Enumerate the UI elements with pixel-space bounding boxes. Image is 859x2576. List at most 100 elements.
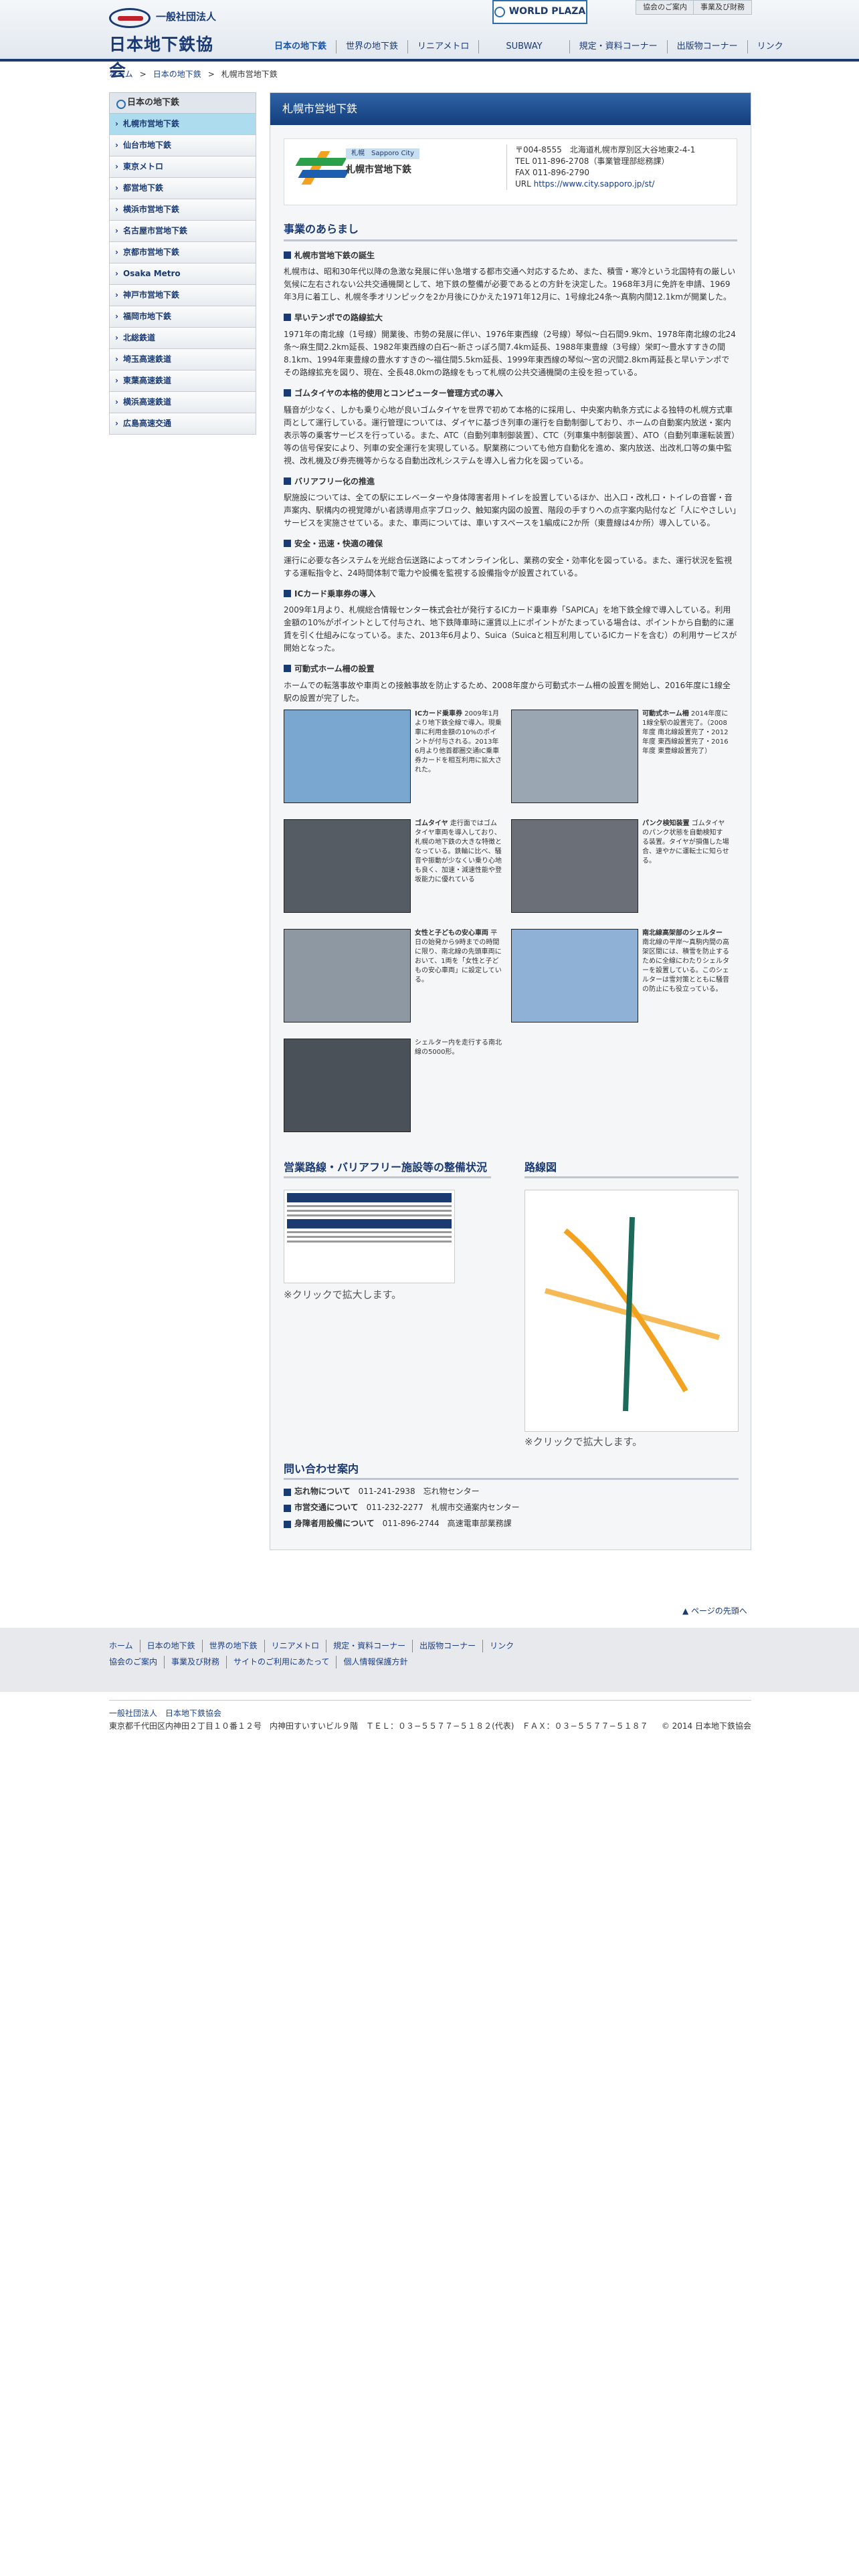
site-footer: 一般社団法人 日本地下鉄協会 東京都千代田区内神田２丁目１０番１２号 内神田すい… [109, 1700, 751, 1732]
nav-links[interactable]: リンク [747, 39, 793, 54]
photo-caption: ICカード乗車券 2009年1月より地下鉄全線で導入。現乗車に利用金額の10%の… [415, 710, 502, 775]
world-plaza-label: WORLD PLAZA [508, 6, 586, 17]
photo-5000-train[interactable] [284, 1039, 411, 1132]
contact-label: 身障者用設備について [284, 1519, 375, 1528]
page-title: 札幌市営地下鉄 [270, 93, 751, 125]
tel-line: TEL 011-896-2708（事業管理部総務課） [515, 156, 670, 166]
sidebar-item-sapporo[interactable]: 札幌市営地下鉄 [109, 114, 256, 135]
overview-heading: ICカード乗車券の導入 [284, 588, 737, 601]
photo-caption: 南北線高架部のシェルター 南北線の平岸〜真駒内間の高架区間には、積雪を防止するた… [642, 929, 729, 994]
top-link-finance[interactable]: 事業及び財務 [693, 0, 752, 15]
footer-address: 東京都千代田区内神田２丁目１０番１２号 内神田すいすいビル９階 ＴＥＬ：０３−５… [109, 1721, 648, 1731]
nav-world[interactable]: 世界の地下鉄 [336, 39, 407, 54]
caption-title: 女性と子どもの安心車両 [415, 930, 488, 937]
photo-platform-door[interactable] [511, 710, 638, 803]
footer-link[interactable]: ホーム [109, 1640, 140, 1652]
section-overview-title: 事業のあらまし [284, 221, 737, 241]
overview-text: 運行に必要な各システムを光総合伝送路によってオンライン化し、業務の安全・効率化を… [284, 555, 733, 578]
photo-ic-card[interactable] [284, 710, 411, 803]
caption-title: ゴムタイヤ [415, 820, 448, 827]
overview-text: ホームでの転落事故や車両との接触事故を防止するため、2008年度から可動式ホーム… [284, 680, 731, 703]
world-plaza-button[interactable]: WORLD PLAZA [492, 0, 587, 24]
page-top-link[interactable]: ▲ ページの先頭へ [682, 1605, 747, 1618]
sidebar-item-yokohama-kosoku[interactable]: 横浜高速鉄道 [109, 392, 256, 413]
footer-link[interactable]: 協会のご案内 [109, 1656, 164, 1669]
breadcrumb-japan[interactable]: 日本の地下鉄 [153, 68, 201, 81]
caption-text: シェルター内を走行する南北線の5000形。 [415, 1039, 502, 1056]
sidebar-item-saitama[interactable]: 埼玉高速鉄道 [109, 349, 256, 370]
photo-shelter[interactable] [511, 929, 638, 1023]
association-emblem-icon [109, 8, 151, 28]
contact-label: 市営交通について [284, 1503, 359, 1512]
overview-heading: 札幌市営地下鉄の誕生 [284, 249, 737, 262]
sidebar-item-nagoya[interactable]: 名古屋市営地下鉄 [109, 221, 256, 242]
nav-subway[interactable]: SUBWAY [478, 39, 569, 54]
photo-caption: パンク検知装置 ゴムタイヤのパンク状態を自動検知する装置。タイヤが損傷した場合、… [642, 819, 729, 866]
sidebar-item-tokyo-metro[interactable]: 東京メトロ [109, 156, 256, 178]
global-nav: 日本の地下鉄 世界の地下鉄 リニアメトロ SUBWAY 規定・資料コーナー 出版… [265, 39, 793, 55]
contact-value: 011-241-2938 忘れ物センター [358, 1487, 480, 1496]
photo-puncture-detector[interactable] [511, 819, 638, 913]
sidebar-item-hiroshima[interactable]: 広島高速交通 [109, 413, 256, 435]
overview-text: 駅施設については、全ての駅にエレベーターや身体障害者用トイレを設置しているほか、… [284, 493, 737, 528]
nav-publications[interactable]: 出版物コーナー [666, 39, 747, 54]
sidebar-item-sendai[interactable]: 仙台市地下鉄 [109, 135, 256, 156]
nav-linear[interactable]: リニアメトロ [407, 39, 478, 54]
photo-rubber-tire[interactable] [284, 819, 411, 913]
footer-links-secondary: 協会のご案内 事業及び財務 サイトのご利用にあたって 個人情報保護方針 [109, 1656, 414, 1669]
org-type: 一般社団法人 [156, 11, 217, 23]
footer-links-primary: ホーム 日本の地下鉄 世界の地下鉄 リニアメトロ 規定・資料コーナー 出版物コー… [109, 1640, 520, 1652]
footer-link[interactable]: リニアメトロ [264, 1640, 326, 1652]
fax-line: FAX 011-896-2790 [515, 168, 590, 177]
site-logo[interactable]: 一般社団法人 日本地下鉄協会 [109, 8, 229, 80]
footer-link[interactable]: 個人情報保護方針 [336, 1656, 414, 1669]
breadcrumb-home[interactable]: ホーム [109, 68, 133, 81]
footer-link[interactable]: リンク [482, 1640, 520, 1652]
globe-icon [494, 7, 505, 17]
caption-text: 平日の始発から9時までの時間に限り、南北線の先頭車両において、1両を「女性と子ど… [415, 930, 502, 984]
sidebar-item-fukuoka[interactable]: 福岡市地下鉄 [109, 306, 256, 328]
sidebar-item-yokohama[interactable]: 横浜市営地下鉄 [109, 199, 256, 221]
footer-link[interactable]: 世界の地下鉄 [201, 1640, 264, 1652]
copyright: © 2014 日本地下鉄協会 [661, 1721, 751, 1731]
barrierfree-table-thumbnail[interactable] [284, 1190, 455, 1283]
sidebar-item-toyo[interactable]: 東葉高速鉄道 [109, 370, 256, 392]
nav-rules[interactable]: 規定・資料コーナー [569, 39, 667, 54]
operator-url-link[interactable]: https://www.city.sapporo.jp/st/ [534, 179, 655, 189]
caption-title: 可動式ホーム柵 [642, 710, 689, 718]
contact-row: 忘れ物について 011-241-2938 忘れ物センター [284, 1485, 739, 1498]
footer-link[interactable]: サイトのご利用にあたって [226, 1656, 336, 1669]
footer-nav: ホーム 日本の地下鉄 世界の地下鉄 リニアメトロ 規定・資料コーナー 出版物コー… [0, 1628, 859, 1692]
contact-title: 問い合わせ案内 [284, 1461, 739, 1480]
caption-text: 走行面ではゴムタイヤ車両を導入しており、札幌の地下鉄の大きな特徴となっている。鉄… [415, 820, 502, 883]
sidebar-item-kyoto[interactable]: 京都市営地下鉄 [109, 242, 256, 263]
sidebar-item-toei[interactable]: 都営地下鉄 [109, 178, 256, 199]
sidebar-item-osaka[interactable]: Osaka Metro [109, 263, 256, 285]
contact-value: 011-232-2277 札幌市交通案内センター [366, 1503, 520, 1512]
sidebar: 日本の地下鉄 札幌市営地下鉄 仙台市地下鉄 東京メトロ 都営地下鉄 横浜市営地下… [109, 92, 256, 435]
footer-org-link[interactable]: 一般社団法人 日本地下鉄協会 [109, 1709, 221, 1718]
footer-link[interactable]: 規定・資料コーナー [326, 1640, 412, 1652]
route-map-title: 路線図 [524, 1160, 739, 1178]
photo-caption: 女性と子どもの安心車両 平日の始発から9時までの時間に限り、南北線の先頭車両にお… [415, 929, 502, 985]
overview-heading: 安全・迅速・快適の確保 [284, 538, 737, 550]
sidebar-item-kobe[interactable]: 神戸市営地下鉄 [109, 285, 256, 306]
overview-text: 札幌市は、昭和30年代以降の急激な発展に伴い急増する都市交通へ対応するため、また… [284, 267, 736, 302]
operator-info-box: 札幌 Sapporo City 札幌市営地下鉄 〒004-8555 北海道札幌市… [284, 138, 737, 205]
photo-caption: シェルター内を走行する南北線の5000形。 [415, 1039, 502, 1057]
route-map-thumbnail[interactable] [524, 1190, 739, 1432]
top-link-about[interactable]: 協会のご案内 [636, 0, 694, 15]
overview-heading: ゴムタイヤの本格的使用とコンピューター管理方式の導入 [284, 387, 737, 400]
photo-women-car[interactable] [284, 929, 411, 1023]
footer-link[interactable]: 事業及び財務 [164, 1656, 226, 1669]
site-header: 一般社団法人 日本地下鉄協会 WORLD PLAZA 協会のご案内 事業及び財務… [0, 0, 859, 80]
footer-link[interactable]: 日本の地下鉄 [139, 1640, 202, 1652]
breadcrumb-sep: > [139, 70, 147, 79]
caption-text: 南北線の平岸〜真駒内間の高架区間には、積雪を防止するために全線にわたりシェルター… [642, 939, 729, 993]
route-map-graphic [544, 1216, 721, 1412]
contact-label: 忘れ物について [284, 1487, 351, 1496]
contact-row: 身障者用設備について 011-896-2744 高速電車部業務課 [284, 1517, 739, 1530]
nav-japan[interactable]: 日本の地下鉄 [265, 40, 336, 53]
sidebar-item-hokuso[interactable]: 北総鉄道 [109, 328, 256, 349]
footer-link[interactable]: 出版物コーナー [412, 1640, 482, 1652]
